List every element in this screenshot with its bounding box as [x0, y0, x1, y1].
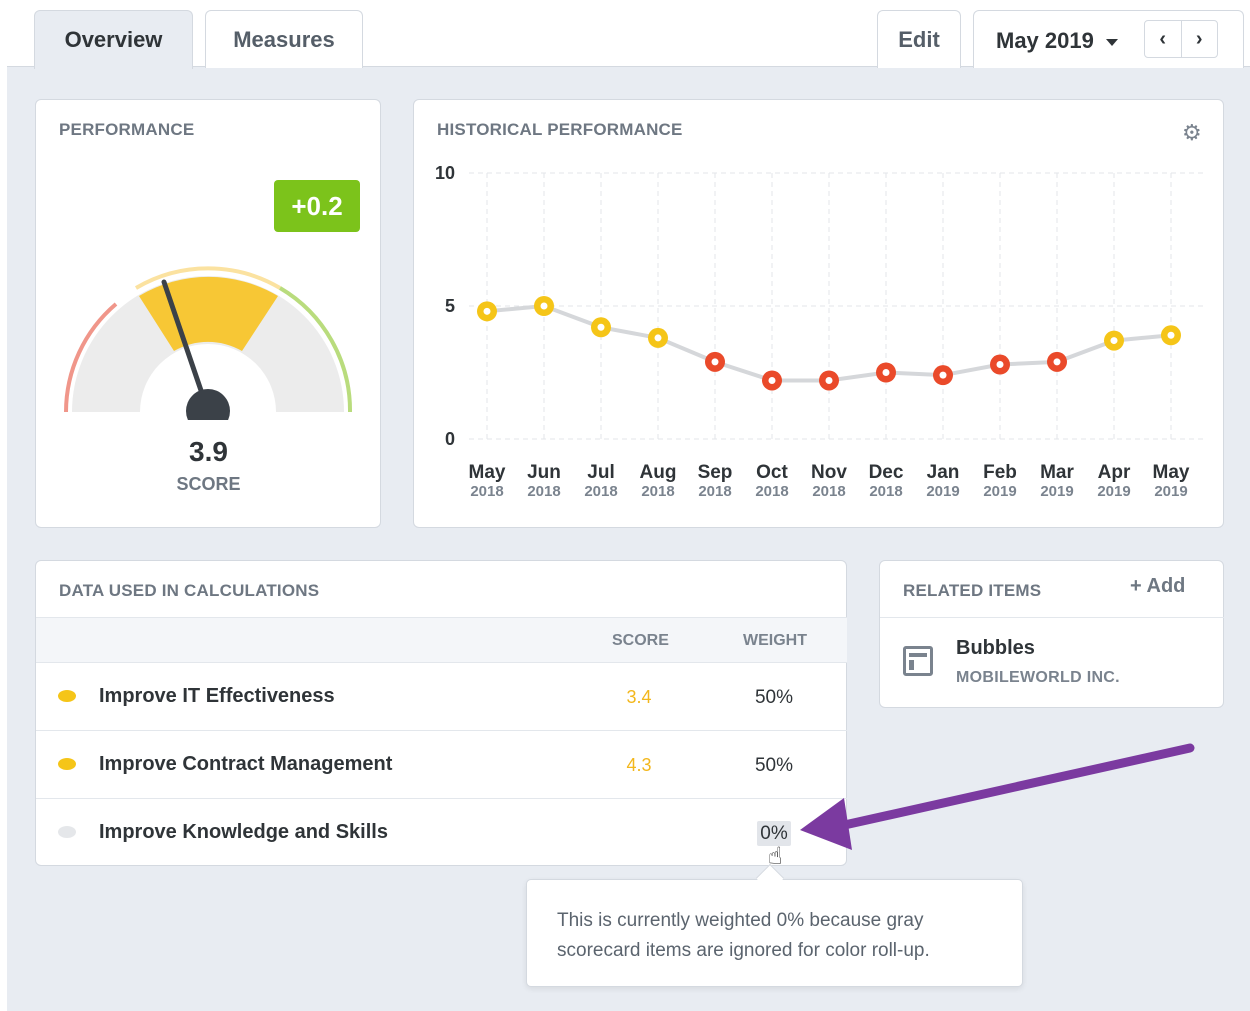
- data-point-center: [597, 323, 605, 331]
- row-score: 3.4: [626, 687, 652, 707]
- weight-tooltip: This is currently weighted 0% because gr…: [526, 879, 1023, 987]
- chevron-right-icon: ›: [1195, 27, 1203, 50]
- x-tick-label: Jul: [587, 462, 614, 483]
- change-badge: +0.2: [274, 180, 360, 232]
- row-score: 4.3: [626, 755, 652, 775]
- historical-chart: 0510May2018Jun2018Jul2018Aug2018Sep2018O…: [435, 163, 1204, 500]
- historical-performance-card: HISTORICAL PERFORMANCE ⚙ 0 5 10 May 2018 Jun 2…: [413, 99, 1224, 528]
- chevron-down-icon[interactable]: [1106, 39, 1118, 46]
- column-header-score: SCORE: [612, 632, 669, 649]
- data-point-center: [1053, 358, 1061, 366]
- x-tick-label: May: [1153, 462, 1190, 483]
- x-tick-label: Oct: [756, 462, 788, 483]
- period-dropdown[interactable]: May 2019: [996, 28, 1094, 54]
- x-tick-year: 2019: [1097, 483, 1130, 500]
- related-items-card: RELATED ITEMS + Add Bubbles MOBILEWORLD …: [879, 560, 1224, 708]
- x-tick-label: Apr: [1098, 462, 1131, 483]
- next-period-button[interactable]: ›: [1180, 21, 1218, 57]
- x-tick-year: 2019: [1040, 483, 1073, 500]
- x-tick-label: Mar: [1040, 462, 1074, 483]
- row-name[interactable]: Improve Contract Management: [99, 753, 392, 776]
- column-header-weight: WEIGHT: [743, 632, 807, 649]
- tab-measures[interactable]: Measures: [205, 10, 363, 68]
- row-weight[interactable]: 50%: [744, 687, 804, 709]
- performance-title: PERFORMANCE: [59, 120, 195, 139]
- data-point-center: [1167, 331, 1175, 339]
- x-tick-year: 2019: [983, 483, 1016, 500]
- status-dot: [58, 758, 76, 770]
- data-point-center: [882, 369, 890, 376]
- score-label: SCORE: [176, 474, 241, 494]
- x-tick-year: 2018: [641, 483, 674, 500]
- x-tick-label: Nov: [811, 462, 847, 483]
- score-value: 3.9: [189, 436, 228, 467]
- x-tick-label: Feb: [983, 462, 1017, 483]
- previous-period-button[interactable]: ‹: [1145, 21, 1181, 57]
- performance-gauge: [64, 266, 353, 420]
- add-related-button[interactable]: + Add: [1130, 575, 1185, 598]
- x-tick-year: 2018: [869, 483, 902, 500]
- data-point-center: [1110, 337, 1118, 345]
- x-tick-year: 2018: [527, 483, 560, 500]
- data-point-center: [654, 334, 662, 342]
- x-tick-year: 2019: [1154, 483, 1187, 500]
- x-tick-year: 2019: [926, 483, 959, 500]
- data-point-center: [483, 307, 491, 315]
- table-header: SCORE WEIGHT: [36, 617, 847, 663]
- tab-overview[interactable]: Overview: [34, 10, 193, 69]
- table-row[interactable]: Improve IT Effectiveness 3.4 50%: [36, 663, 847, 731]
- y-tick-label: 5: [445, 296, 455, 316]
- data-point-center: [939, 371, 947, 379]
- x-tick-year: 2018: [584, 483, 617, 500]
- period-nav: ‹ ›: [1144, 20, 1218, 58]
- related-title: RELATED ITEMS: [903, 581, 1042, 600]
- data-point-center: [540, 302, 548, 310]
- calculations-card: DATA USED IN CALCULATIONS SCORE WEIGHT I…: [35, 560, 847, 866]
- data-point-center: [768, 376, 776, 384]
- y-tick-label: 10: [435, 163, 455, 183]
- x-tick-label: Dec: [869, 462, 904, 483]
- row-name[interactable]: Improve IT Effectiveness: [99, 685, 335, 708]
- calculations-title: DATA USED IN CALCULATIONS: [59, 581, 320, 600]
- data-point-center: [711, 358, 719, 366]
- scorecard-icon: [903, 646, 933, 676]
- x-tick-year: 2018: [470, 483, 503, 500]
- x-tick-year: 2018: [812, 483, 845, 500]
- x-tick-year: 2018: [698, 483, 731, 500]
- row-name[interactable]: Improve Knowledge and Skills: [99, 821, 388, 844]
- table-row[interactable]: Improve Knowledge and Skills 0%: [36, 799, 847, 867]
- related-item-name[interactable]: Bubbles: [956, 637, 1035, 660]
- status-dot: [58, 690, 76, 702]
- x-tick-label: Jan: [927, 462, 960, 483]
- data-point-center: [825, 376, 833, 384]
- performance-card: PERFORMANCE +0.2 3.9 SCORE: [35, 99, 381, 528]
- edit-button[interactable]: Edit: [877, 10, 961, 68]
- y-tick-label: 0: [445, 429, 455, 449]
- chevron-left-icon: ‹: [1159, 27, 1167, 50]
- hand-cursor-icon: ☝: [768, 843, 783, 870]
- x-tick-year: 2018: [755, 483, 788, 500]
- period-selector: May 2019 ‹ ›: [973, 10, 1244, 68]
- x-tick-label: Sep: [698, 462, 733, 483]
- divider: [880, 617, 1224, 618]
- row-weight[interactable]: 50%: [744, 755, 804, 777]
- x-tick-label: Jun: [527, 462, 561, 483]
- x-tick-label: Aug: [640, 462, 677, 483]
- x-tick-label: May: [469, 462, 506, 483]
- status-dot: [58, 826, 76, 838]
- related-item-org: MOBILEWORLD INC.: [956, 669, 1120, 686]
- gauge-hub: [186, 389, 230, 420]
- table-row[interactable]: Improve Contract Management 4.3 50%: [36, 731, 847, 799]
- data-point-center: [996, 361, 1004, 369]
